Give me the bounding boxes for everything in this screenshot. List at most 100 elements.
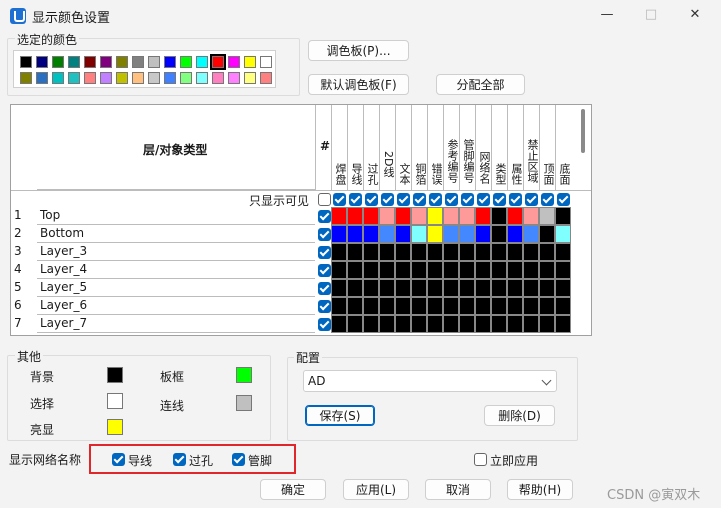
layer-color-cell[interactable] (395, 297, 411, 315)
layer-color-cell[interactable] (539, 315, 555, 333)
only-visible-checkbox[interactable] (318, 193, 331, 206)
column-header[interactable]: 过孔 (363, 105, 379, 190)
layer-color-cell[interactable] (523, 225, 539, 243)
layer-color-cell[interactable] (555, 261, 571, 279)
layer-color-cell[interactable] (363, 225, 379, 243)
layer-color-cell[interactable] (555, 315, 571, 333)
palette-swatch[interactable] (100, 72, 112, 84)
palette-swatch[interactable] (260, 56, 272, 68)
layer-color-cell[interactable] (347, 297, 363, 315)
palette-swatch[interactable] (164, 72, 176, 84)
layer-color-cell[interactable] (459, 297, 475, 315)
layer-name-cell[interactable]: Bottom (37, 225, 315, 243)
layer-color-cell[interactable] (523, 243, 539, 261)
layer-color-cell[interactable] (331, 243, 347, 261)
layer-color-cell[interactable] (555, 207, 571, 225)
layer-color-cell[interactable] (347, 261, 363, 279)
layer-color-cell[interactable] (523, 297, 539, 315)
column-visible-checkbox[interactable] (333, 193, 346, 206)
column-header[interactable]: 错误 (427, 105, 443, 190)
layer-color-cell[interactable] (379, 243, 395, 261)
layer-color-cell[interactable] (411, 279, 427, 297)
palette-swatch[interactable] (68, 72, 80, 84)
apply-now-checkbox[interactable] (474, 453, 487, 466)
layer-color-cell[interactable] (427, 279, 443, 297)
layer-name-cell[interactable]: Layer_6 (37, 297, 315, 315)
palette-swatch[interactable] (212, 72, 224, 84)
layer-color-cell[interactable] (459, 261, 475, 279)
palette-swatch[interactable] (132, 56, 144, 68)
column-visible-checkbox[interactable] (365, 193, 378, 206)
column-header[interactable]: 文本 (395, 105, 411, 190)
layer-color-cell[interactable] (331, 315, 347, 333)
column-visible-checkbox[interactable] (413, 193, 426, 206)
layer-color-cell[interactable] (427, 261, 443, 279)
palette-swatch[interactable] (116, 56, 128, 68)
column-header[interactable]: 焊盘 (331, 105, 347, 190)
layer-color-cell[interactable] (459, 243, 475, 261)
layer-color-cell[interactable] (427, 243, 443, 261)
layer-color-cell[interactable] (491, 315, 507, 333)
layer-color-cell[interactable] (427, 207, 443, 225)
layer-color-cell[interactable] (427, 315, 443, 333)
layer-color-cell[interactable] (443, 315, 459, 333)
column-visible-checkbox[interactable] (381, 193, 394, 206)
palette-swatch[interactable] (196, 56, 208, 68)
layer-color-cell[interactable] (539, 279, 555, 297)
layer-color-cell[interactable] (459, 225, 475, 243)
layer-color-cell[interactable] (347, 207, 363, 225)
layer-color-cell[interactable] (363, 207, 379, 225)
net-name-option-checkbox[interactable] (112, 453, 125, 466)
palette-swatch[interactable] (100, 56, 112, 68)
layer-color-cell[interactable] (427, 225, 443, 243)
default-palette-button[interactable]: 默认调色板(F) (308, 74, 409, 95)
column-header[interactable]: 网络名 (475, 105, 491, 190)
minimize-icon[interactable]: — (592, 4, 622, 26)
layer-color-cell[interactable] (523, 315, 539, 333)
palette-swatch[interactable] (148, 72, 160, 84)
layer-color-cell[interactable] (491, 261, 507, 279)
column-header[interactable]: 属性 (507, 105, 523, 190)
layer-name-cell[interactable]: Layer_3 (37, 243, 315, 261)
palette-swatch[interactable] (244, 56, 256, 68)
layer-color-cell[interactable] (459, 207, 475, 225)
layer-visible-checkbox[interactable] (318, 318, 331, 331)
layer-color-cell[interactable] (459, 315, 475, 333)
net-name-option-checkbox[interactable] (173, 453, 186, 466)
layer-color-cell[interactable] (395, 315, 411, 333)
layer-color-cell[interactable] (491, 243, 507, 261)
palette-swatch[interactable] (84, 56, 96, 68)
column-visible-checkbox[interactable] (541, 193, 554, 206)
layer-color-cell[interactable] (411, 243, 427, 261)
column-visible-checkbox[interactable] (509, 193, 522, 206)
layer-color-cell[interactable] (491, 225, 507, 243)
palette-swatch[interactable] (36, 56, 48, 68)
palette-swatch[interactable] (180, 56, 192, 68)
layer-color-cell[interactable] (459, 279, 475, 297)
layer-color-cell[interactable] (443, 243, 459, 261)
column-visible-checkbox[interactable] (477, 193, 490, 206)
layer-color-cell[interactable] (443, 297, 459, 315)
column-header[interactable]: 类型 (491, 105, 507, 190)
palette-swatch[interactable] (116, 72, 128, 84)
background-color-button[interactable] (107, 367, 123, 383)
layer-color-cell[interactable] (379, 279, 395, 297)
save-button[interactable]: 保存(S) (305, 405, 375, 426)
column-header[interactable]: 导线 (347, 105, 363, 190)
column-visible-checkbox[interactable] (557, 193, 570, 206)
layer-name-cell[interactable]: Layer_7 (37, 315, 315, 333)
layer-color-cell[interactable] (475, 243, 491, 261)
layer-color-cell[interactable] (491, 207, 507, 225)
layer-color-cell[interactable] (427, 297, 443, 315)
layer-color-cell[interactable] (539, 243, 555, 261)
palette-swatch[interactable] (164, 56, 176, 68)
column-header[interactable]: 参考编号 (443, 105, 459, 190)
layer-color-cell[interactable] (539, 207, 555, 225)
column-header[interactable]: 管脚编号 (459, 105, 475, 190)
layer-color-cell[interactable] (331, 207, 347, 225)
layer-visible-checkbox[interactable] (318, 228, 331, 241)
layer-color-cell[interactable] (491, 297, 507, 315)
config-select[interactable]: AD (303, 370, 557, 392)
layer-color-cell[interactable] (395, 207, 411, 225)
layer-color-cell[interactable] (507, 315, 523, 333)
